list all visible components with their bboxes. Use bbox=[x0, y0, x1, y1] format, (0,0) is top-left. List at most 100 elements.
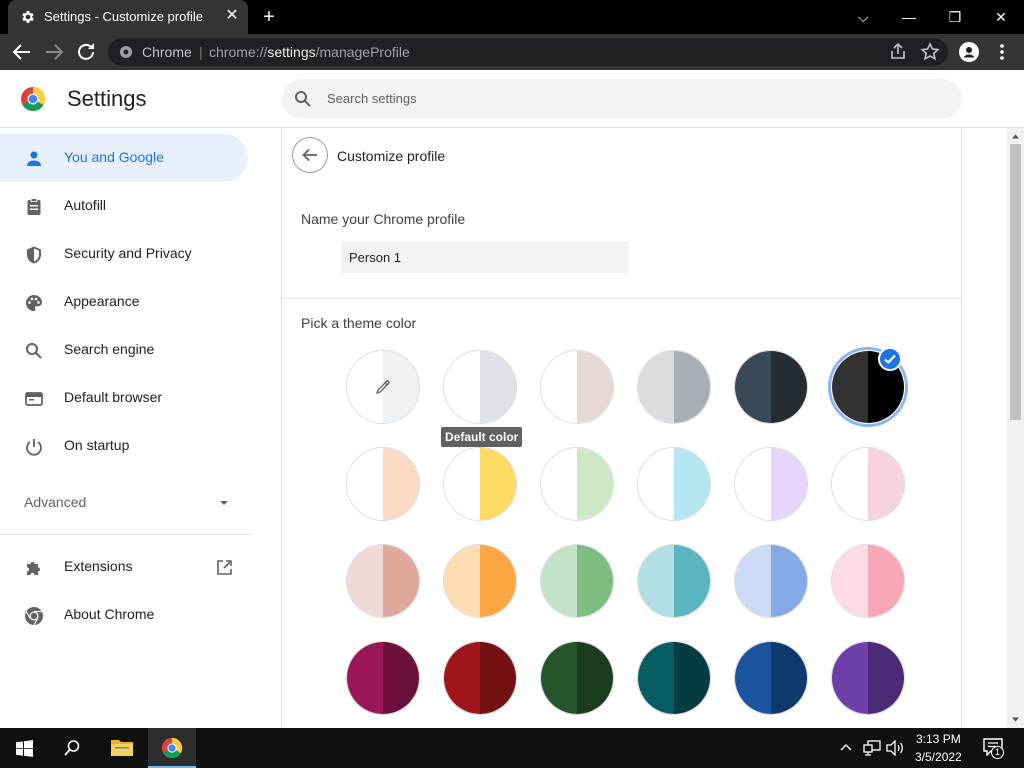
notification-center-button[interactable]: 1 bbox=[983, 738, 1005, 760]
scrollbar-thumb[interactable] bbox=[1010, 144, 1021, 420]
selected-check-icon bbox=[878, 347, 902, 371]
eyedropper-icon bbox=[375, 380, 390, 395]
scroll-down-arrow-icon[interactable] bbox=[1011, 715, 1020, 724]
swatch-right-half bbox=[480, 642, 516, 714]
back-button[interactable] bbox=[292, 137, 328, 173]
folder-icon bbox=[111, 740, 133, 756]
theme-color-swatch[interactable] bbox=[734, 447, 808, 521]
swatch-right-half bbox=[771, 642, 807, 714]
theme-color-swatch[interactable] bbox=[443, 641, 517, 715]
sidebar-item-default-browser[interactable]: Default browser bbox=[0, 374, 248, 422]
profile-avatar-icon[interactable] bbox=[959, 42, 979, 62]
file-explorer-button[interactable] bbox=[98, 728, 146, 768]
theme-color-swatch[interactable] bbox=[637, 641, 711, 715]
clipboard-icon bbox=[27, 198, 41, 215]
new-tab-button[interactable]: + bbox=[258, 6, 280, 28]
swatch-left-half bbox=[832, 448, 868, 520]
restore-button[interactable]: ❐ bbox=[943, 5, 967, 29]
minimize-button[interactable]: — bbox=[897, 5, 921, 29]
swatch-left-half bbox=[347, 642, 383, 714]
swatch-left-half bbox=[444, 448, 480, 520]
theme-color-swatch[interactable] bbox=[637, 447, 711, 521]
theme-color-swatch[interactable] bbox=[734, 544, 808, 618]
chrome-logo-icon bbox=[21, 87, 46, 112]
theme-color-swatch[interactable] bbox=[734, 350, 808, 424]
start-button[interactable] bbox=[0, 728, 48, 768]
theme-color-swatch[interactable] bbox=[637, 544, 711, 618]
custom-color-picker-swatch[interactable] bbox=[346, 350, 420, 424]
sidebar-item-appearance[interactable]: Appearance bbox=[0, 278, 248, 326]
kebab-menu-icon[interactable] bbox=[992, 42, 1012, 62]
scroll-up-arrow-icon[interactable] bbox=[1011, 132, 1020, 141]
volume-icon[interactable] bbox=[886, 740, 904, 756]
title-bar: Settings - Customize profile ✕ + ⌵ — ❐ ✕ bbox=[0, 0, 1024, 34]
profile-name-input[interactable] bbox=[341, 241, 629, 273]
taskbar-clock-time[interactable]: 3:13 PM bbox=[916, 732, 961, 746]
theme-color-swatch[interactable] bbox=[346, 641, 420, 715]
sidebar-item-about-chrome[interactable]: About Chrome bbox=[0, 591, 248, 639]
theme-color-swatch[interactable] bbox=[831, 544, 905, 618]
theme-color-swatch[interactable] bbox=[346, 544, 420, 618]
sidebar-item-autofill[interactable]: Autofill bbox=[0, 182, 248, 230]
tab-settings[interactable]: Settings - Customize profile ✕ bbox=[8, 0, 248, 34]
swatch-left-half bbox=[541, 545, 577, 617]
profile-name-label: Name your Chrome profile bbox=[301, 211, 466, 227]
advanced-section-toggle[interactable]: Advanced bbox=[24, 494, 86, 510]
theme-color-swatch[interactable] bbox=[831, 641, 905, 715]
theme-color-swatch[interactable] bbox=[831, 447, 905, 521]
power-icon bbox=[26, 439, 42, 456]
bookmark-star-icon[interactable] bbox=[920, 42, 940, 62]
url-host: settings bbox=[267, 44, 316, 60]
share-icon[interactable] bbox=[888, 42, 908, 62]
search-settings-input[interactable]: Search settings bbox=[282, 79, 962, 119]
tab-search-icon[interactable]: ⌵ bbox=[851, 5, 875, 29]
swatch-left-half bbox=[832, 545, 868, 617]
sidebar-item-on-startup[interactable]: On startup bbox=[0, 422, 248, 470]
theme-color-swatch[interactable] bbox=[443, 447, 517, 521]
windows-logo-icon bbox=[16, 740, 33, 757]
back-arrow-icon[interactable] bbox=[10, 40, 34, 64]
theme-color-swatch[interactable] bbox=[443, 544, 517, 618]
theme-color-swatch[interactable] bbox=[637, 350, 711, 424]
theme-color-swatch[interactable] bbox=[540, 641, 614, 715]
swatch-right-half bbox=[577, 351, 613, 423]
customize-profile-panel: Customize profile Name your Chrome profi… bbox=[281, 128, 962, 728]
theme-color-swatch[interactable] bbox=[346, 447, 420, 521]
page-scrollbar[interactable] bbox=[1007, 128, 1024, 728]
address-bar[interactable]: Chrome | chrome://settings/manageProfile bbox=[108, 38, 948, 66]
close-window-button[interactable]: ✕ bbox=[989, 5, 1013, 29]
taskbar-search-button[interactable] bbox=[48, 728, 96, 768]
sidebar-divider bbox=[0, 534, 252, 535]
swatch-left-half bbox=[444, 642, 480, 714]
sidebar-item-extensions[interactable]: Extensions bbox=[0, 543, 248, 591]
chevron-up-icon[interactable] bbox=[840, 742, 852, 752]
tab-title: Settings - Customize profile bbox=[44, 9, 203, 24]
search-icon bbox=[295, 91, 311, 107]
swatch-right-half bbox=[771, 448, 807, 520]
caret-down-icon[interactable] bbox=[218, 498, 230, 508]
forward-arrow-icon[interactable] bbox=[42, 40, 66, 64]
panel-title: Customize profile bbox=[337, 148, 446, 164]
network-icon[interactable] bbox=[863, 740, 881, 756]
sidebar-item-search-engine[interactable]: Search engine bbox=[0, 326, 248, 374]
theme-color-swatch[interactable] bbox=[443, 350, 517, 424]
browser-toolbar: Chrome | chrome://settings/manageProfile bbox=[0, 34, 1024, 70]
chrome-taskbar-button[interactable] bbox=[148, 728, 196, 768]
theme-color-swatch[interactable] bbox=[540, 350, 614, 424]
sidebar-item-security-and-privacy[interactable]: Security and Privacy bbox=[0, 230, 248, 278]
taskbar-clock-date[interactable]: 3/5/2022 bbox=[915, 750, 962, 764]
person-icon bbox=[27, 151, 41, 166]
swatch-right-half bbox=[383, 545, 419, 617]
sidebar-item-label: Extensions bbox=[64, 558, 133, 574]
theme-color-swatch[interactable] bbox=[540, 447, 614, 521]
swatch-right-half bbox=[674, 351, 710, 423]
sidebar-item-you-and-google[interactable]: You and Google bbox=[0, 134, 248, 182]
swatch-right-half bbox=[868, 448, 904, 520]
sidebar-item-label: Default browser bbox=[64, 389, 163, 405]
gear-icon bbox=[22, 11, 34, 23]
theme-color-swatch[interactable] bbox=[540, 544, 614, 618]
theme-color-swatch[interactable] bbox=[734, 641, 808, 715]
url-text: chrome://settings/manageProfile bbox=[209, 44, 410, 60]
reload-icon[interactable] bbox=[74, 40, 98, 64]
close-tab-icon[interactable]: ✕ bbox=[224, 8, 240, 24]
